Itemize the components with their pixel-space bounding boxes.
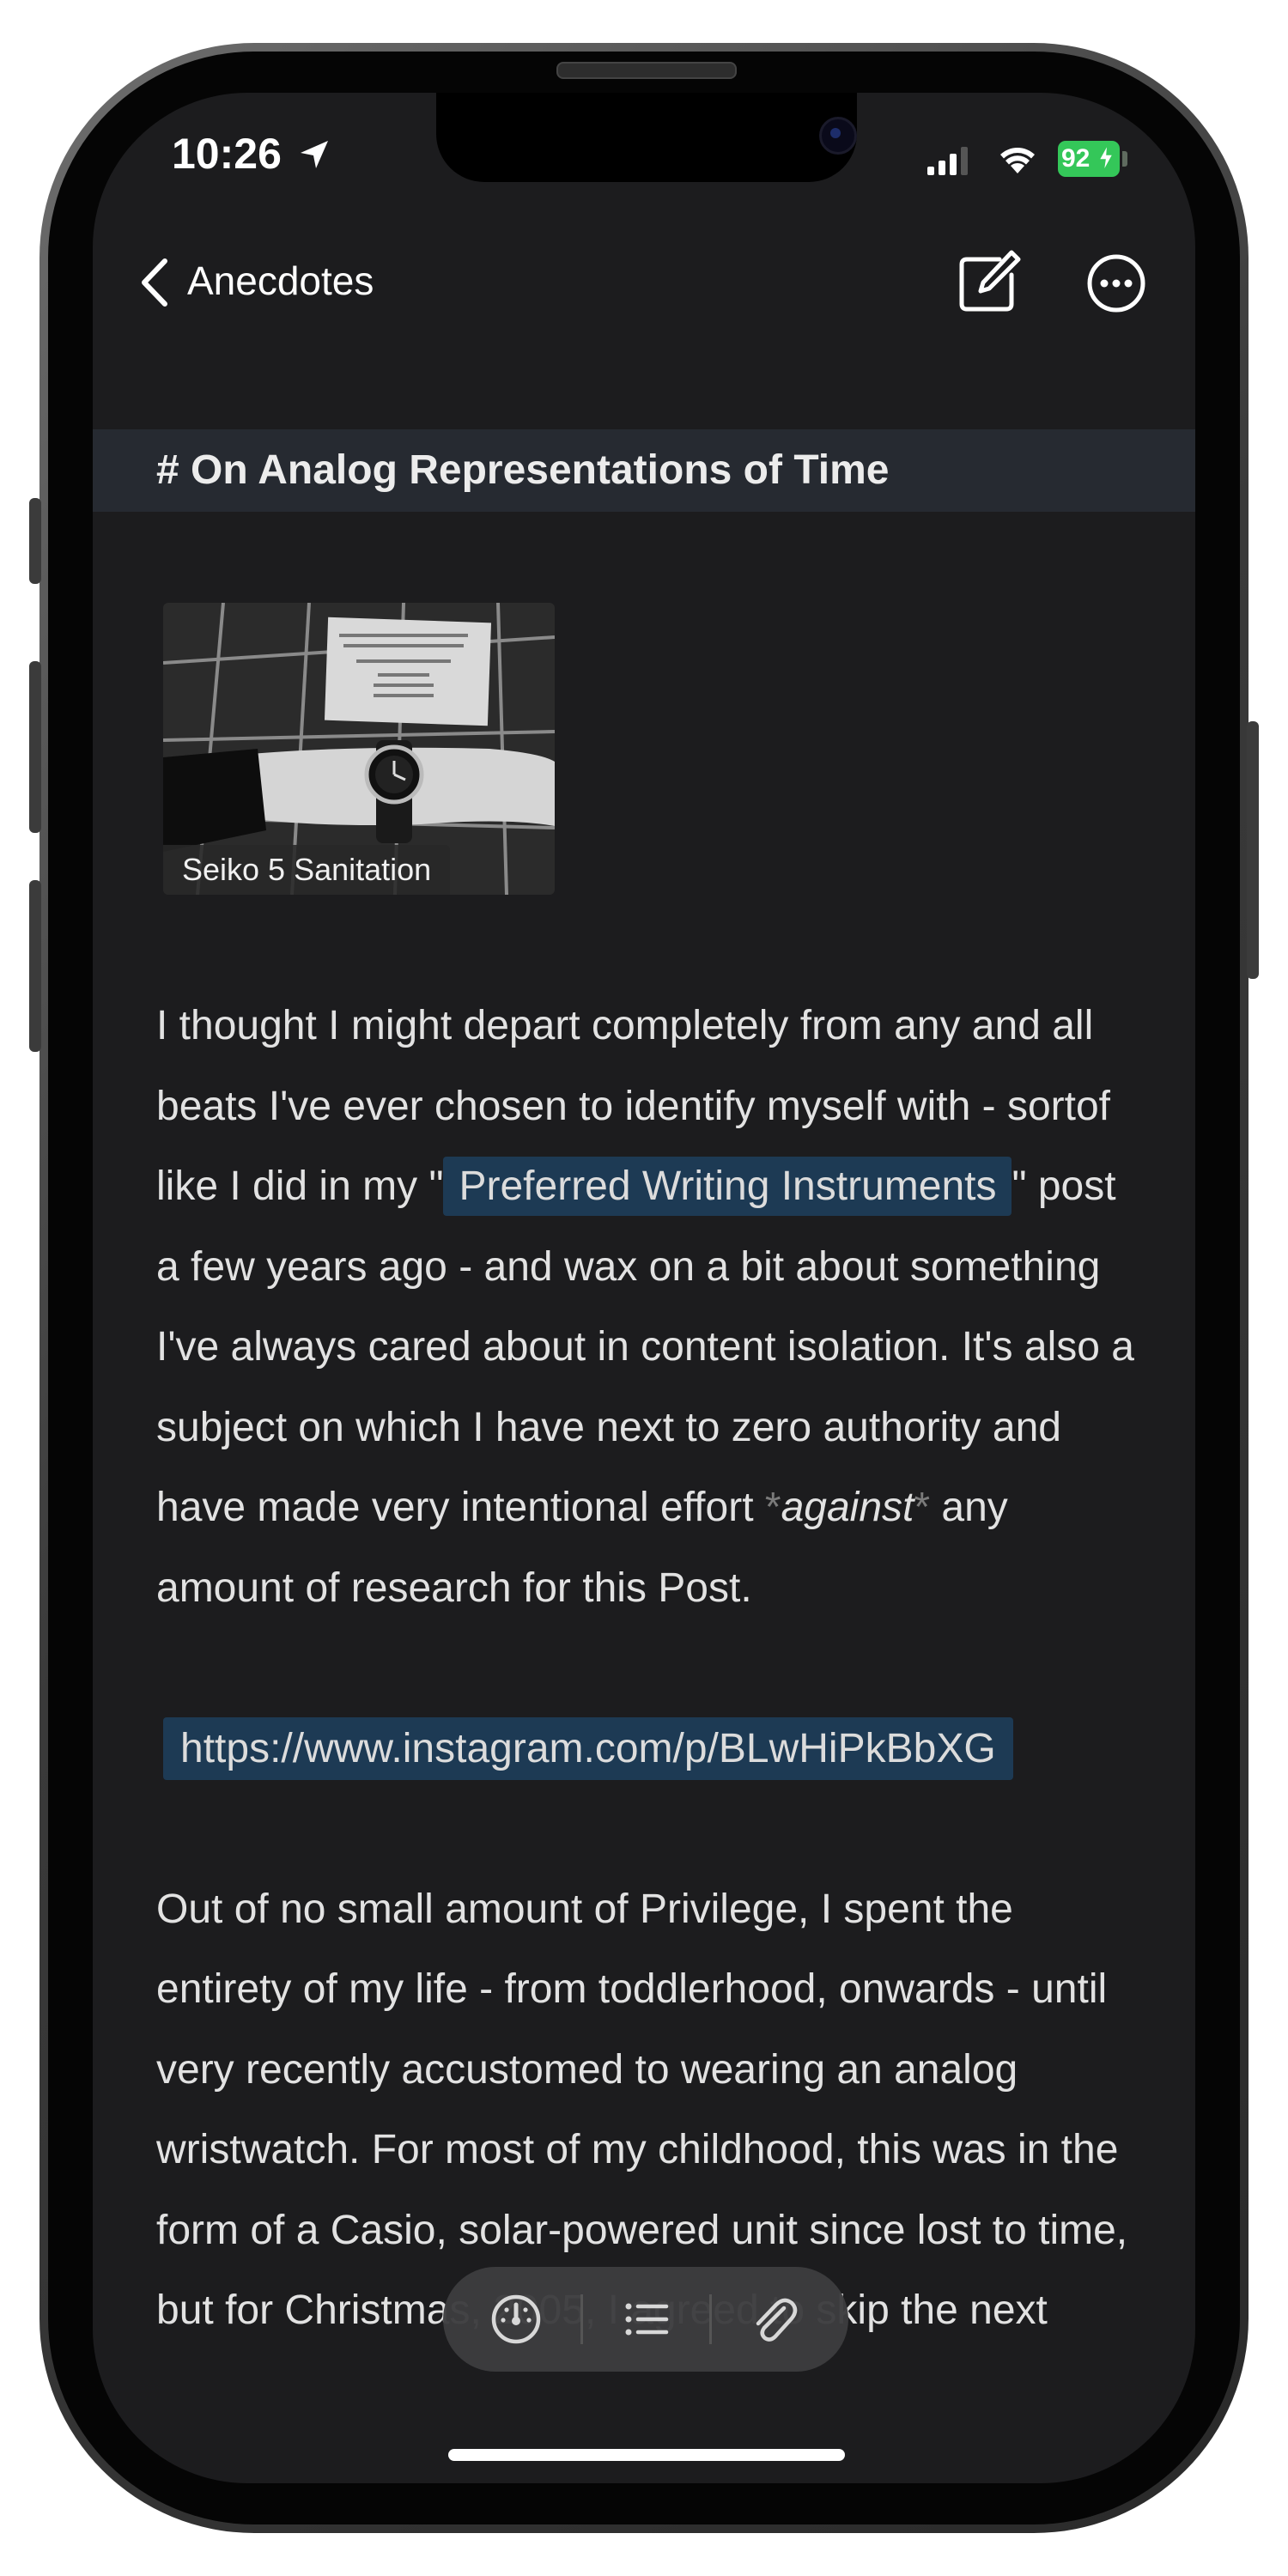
earpiece-speaker: [556, 62, 737, 79]
note-body[interactable]: I thought I might depart completely from…: [156, 986, 1144, 2351]
list-icon[interactable]: [617, 2289, 677, 2349]
screen: 10:26 92 Anecdotes # On Analog Represent…: [93, 93, 1195, 2483]
image-attachment[interactable]: Seiko 5 Sanitation: [163, 603, 555, 895]
front-camera: [819, 117, 857, 155]
toolbar-divider: [709, 2294, 712, 2344]
back-label: Anecdotes: [187, 258, 374, 303]
volume-down-button: [29, 880, 41, 1052]
note-heading[interactable]: # On Analog Representations of Time: [156, 447, 889, 494]
device-page: 10:26 92 Anecdotes # On Analog Represent…: [0, 0, 1288, 2576]
preferred-writing-link[interactable]: Preferred Writing Instruments: [443, 1157, 1012, 1216]
chevron-back-icon: [142, 258, 167, 307]
url-line: https://www.instagram.com/p/BLwHiPkBbXG: [156, 1709, 1144, 1789]
power-button: [1247, 721, 1259, 979]
home-indicator[interactable]: [448, 2449, 845, 2461]
instagram-link[interactable]: https://www.instagram.com/p/BLwHiPkBbXG: [163, 1716, 1013, 1780]
status-time: 10:26: [172, 130, 282, 178]
wifi-icon: [1000, 148, 1035, 173]
emphasis-marker-open: *: [764, 1485, 781, 1530]
compose-icon[interactable]: [951, 247, 1024, 319]
paperclip-icon[interactable]: [744, 2289, 804, 2349]
action-button: [29, 498, 41, 584]
more-icon[interactable]: [1080, 247, 1152, 319]
toolbar-divider: [580, 2294, 583, 2344]
cellular-signal-icon: [927, 147, 968, 175]
emphasis-marker-close: *: [914, 1485, 931, 1530]
gauge-icon[interactable]: [486, 2289, 546, 2349]
volume-up-button: [29, 661, 41, 833]
paragraph-1: I thought I might depart completely from…: [156, 986, 1144, 1628]
image-caption: Seiko 5 Sanitation: [163, 845, 451, 895]
charging-bolt-icon: [1097, 144, 1115, 172]
emphasis-text: against: [781, 1485, 914, 1530]
floating-toolbar: [443, 2267, 848, 2372]
heading-band: # On Analog Representations of Time: [93, 429, 1195, 512]
dynamic-island: [436, 93, 857, 182]
battery-cap: [1122, 151, 1127, 167]
location-arrow-icon: [301, 141, 328, 168]
paragraph-1-text-b: " post a few years ago - and wax on a bi…: [156, 1163, 1134, 1530]
back-button[interactable]: Anecdotes: [118, 239, 445, 325]
